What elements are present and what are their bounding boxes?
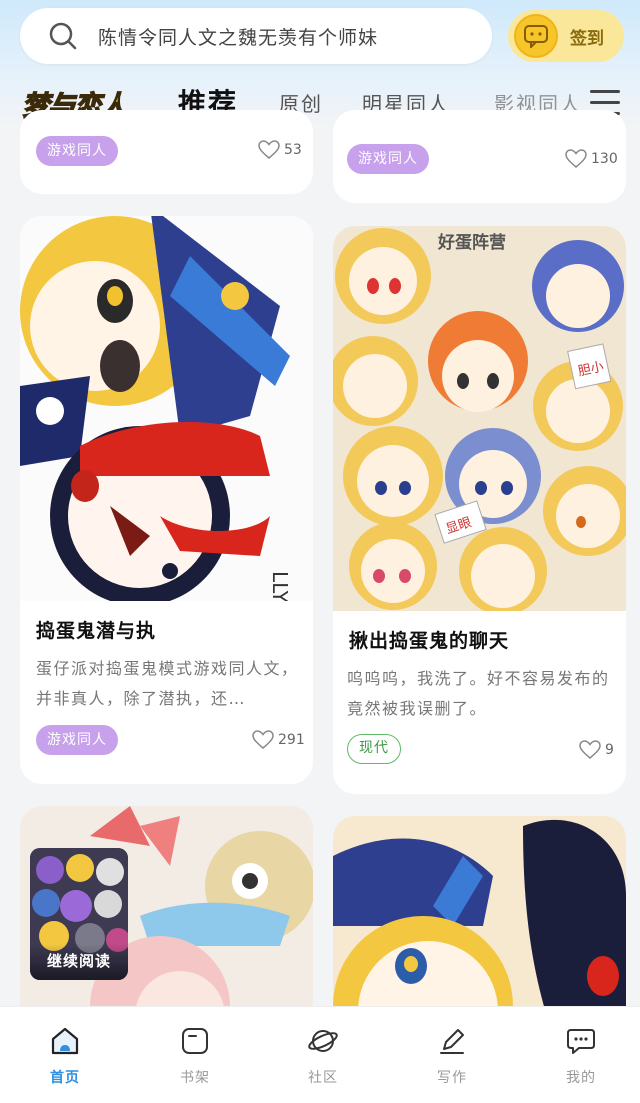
cover-text-team: 好蛋阵营	[437, 232, 506, 253]
heart-icon	[252, 730, 274, 749]
heart-icon	[565, 149, 587, 168]
signin-button[interactable]: 签到	[508, 10, 624, 62]
genre-tag[interactable]: 游戏同人	[36, 725, 118, 755]
genre-tag[interactable]: 现代	[347, 734, 401, 764]
heart-icon	[579, 740, 601, 759]
nav-write[interactable]: 写作	[412, 1025, 492, 1087]
like-number: 130	[591, 151, 618, 167]
nav-label: 写作	[437, 1070, 467, 1086]
pencil-icon	[440, 1029, 464, 1054]
like-number: 53	[284, 142, 302, 158]
like-count[interactable]: 291	[252, 730, 305, 750]
like-number: 9	[605, 742, 614, 758]
story-title[interactable]: 揪出捣蛋鬼的聊天	[349, 626, 509, 653]
like-number: 291	[278, 732, 305, 748]
genre-tag[interactable]: 游戏同人	[36, 136, 118, 166]
chat-bubble-icon	[567, 1029, 595, 1054]
cover-signature: LLY	[268, 571, 292, 601]
heart-icon	[258, 140, 280, 159]
genre-tag[interactable]: 游戏同人	[347, 144, 429, 174]
search-query: 陈情令同人文之魏无羡有个师妹	[98, 26, 379, 49]
continue-reading-label: 继续阅读	[30, 944, 128, 980]
cover-image: 好蛋阵营 胆小 显眼	[333, 226, 626, 611]
nav-label: 社区	[308, 1070, 338, 1086]
story-description: 蛋仔派对捣蛋鬼模式游戏同人文，并非真人，除了潜执，还…	[36, 659, 299, 708]
nav-label: 我的	[566, 1070, 596, 1086]
story-title[interactable]: 捣蛋鬼潜与执	[36, 616, 156, 643]
like-count[interactable]: 130	[565, 149, 618, 169]
planet-icon	[308, 1030, 338, 1052]
story-card[interactable]: 游戏同人 53	[20, 110, 313, 194]
signin-label: 签到	[570, 28, 604, 49]
like-count[interactable]: 53	[258, 140, 302, 160]
nav-label: 首页	[50, 1070, 80, 1086]
home-icon	[51, 1027, 79, 1055]
story-card[interactable]: 游戏同人 130	[333, 110, 626, 203]
story-description: 呜呜呜，我洗了。好不容易发布的竟然被我误删了。	[347, 669, 610, 718]
story-card[interactable]: 好蛋阵营 胆小 显眼 揪出捣蛋鬼的聊天 呜呜呜，我洗了。好不容易发布的竟然被我误…	[333, 226, 626, 794]
search-icon	[49, 22, 77, 50]
nav-label: 书架	[180, 1070, 210, 1086]
nav-community[interactable]: 社区	[283, 1025, 363, 1087]
continue-reading-button[interactable]: 继续阅读	[30, 848, 128, 980]
cover-image	[333, 816, 626, 1036]
nav-profile[interactable]: 我的	[541, 1025, 621, 1087]
bookshelf-icon	[182, 1028, 208, 1054]
cover-image: LLY	[20, 216, 313, 601]
story-card[interactable]	[333, 816, 626, 1036]
bottom-nav: 首页 书架 社区 写作 我的	[0, 1006, 640, 1103]
nav-home[interactable]: 首页	[25, 1025, 105, 1087]
chat-face-icon	[514, 14, 558, 58]
nav-bookshelf[interactable]: 书架	[155, 1025, 235, 1087]
like-count[interactable]: 9	[579, 740, 614, 760]
search-bar[interactable]: 陈情令同人文之魏无羡有个师妹	[20, 8, 492, 64]
story-card[interactable]: LLY 捣蛋鬼潜与执 蛋仔派对捣蛋鬼模式游戏同人文，并非真人，除了潜执，还… 游…	[20, 216, 313, 784]
